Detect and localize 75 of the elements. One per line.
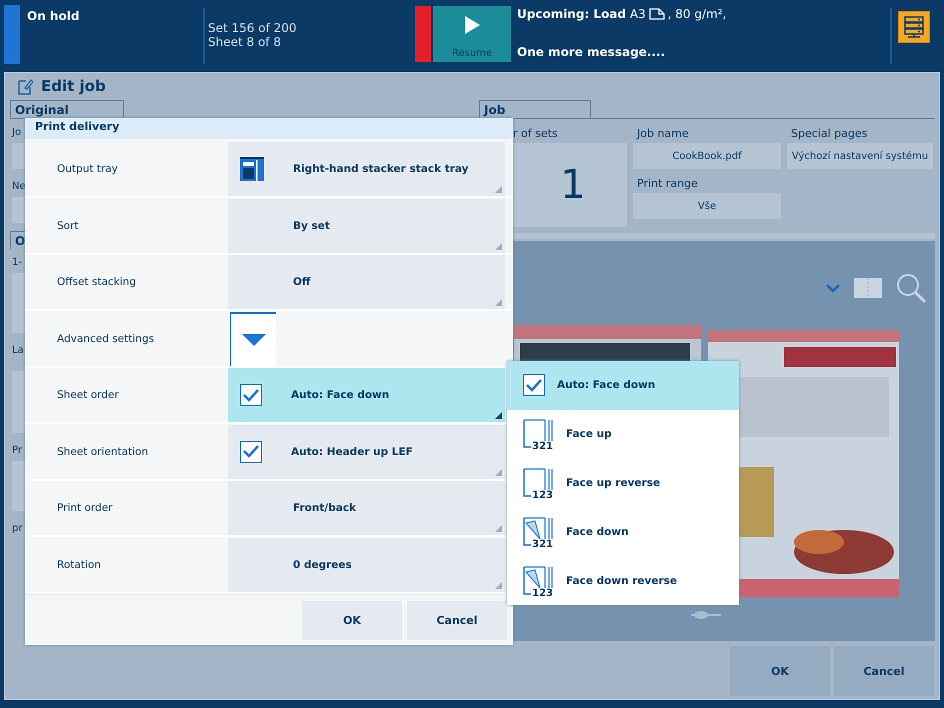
checkbox[interactable] [240,384,262,406]
search-icon [895,272,927,304]
field-label: r of sets [512,127,559,142]
field-label: Print range [636,177,699,192]
status-indicator [4,5,20,64]
field-label: Pr [12,445,22,458]
check-icon [243,388,259,402]
field-label: Ne [12,181,26,194]
upcoming-message: Upcoming: Load A3 [517,7,646,21]
setting-value[interactable]: Auto: Header up LEF [228,424,505,478]
stack-face-down-icon [523,566,553,596]
book-view-icon [853,277,883,299]
sheet-count: Sheet 8 of 8 [208,35,281,49]
paper-icon [648,8,665,20]
option-item[interactable]: 321 Face down [507,507,739,556]
field-label: 1- [12,257,22,270]
expand-button[interactable] [230,312,276,366]
panel-tab[interactable]: Job [479,100,591,118]
check-icon [526,378,542,392]
tray-stack-icon [902,15,926,39]
option-item[interactable]: 123 Face down reverse [507,556,739,605]
dialog-button[interactable]: OK [730,646,830,696]
chevron-down-icon [825,283,841,293]
setting-field[interactable]: Výchozí nastavení systému [787,143,933,169]
setting-label: Offset stacking [56,275,137,290]
order-digits: 321 [532,540,553,550]
setting-field[interactable]: CookBook.pdf [633,143,781,169]
field-label: pr [12,523,22,536]
setting-field[interactable]: Vše [633,193,781,219]
job-state: On hold [26,8,80,25]
stacker-tray-icon [240,157,264,181]
triangle-down-icon [242,334,266,346]
setting-label: Sheet order [56,388,120,403]
setting-label: Sort [56,218,80,234]
checkbox[interactable] [523,374,545,396]
check-icon [243,445,259,458]
stack-face-up-icon [523,419,553,450]
stack-face-up-icon [523,468,553,498]
option-item[interactable]: Auto: Face down [507,361,739,410]
field-label: Job name [636,127,690,142]
panel-tab[interactable]: Original [10,100,124,118]
setting-value[interactable]: Auto: Face down [228,368,505,422]
setting-value[interactable]: Front/back [228,481,505,535]
stack-face-down-icon [523,516,553,547]
setting-label: Rotation [56,558,102,572]
order-digits: 123 [532,588,553,599]
setting-value[interactable]: Right-hand stacker stack tray [228,142,505,196]
setting-label: Sheet orientation [56,444,150,460]
order-digits: 123 [532,490,553,501]
option-item[interactable]: 123 Face up reverse [507,458,739,508]
scroll-handle [691,611,721,619]
setting-label: Output tray [56,162,119,177]
corner-indicator-icon [495,299,502,306]
edit-document-icon [17,76,33,94]
dialog-title: Print delivery [25,118,513,139]
dialog-button[interactable]: OK [302,601,402,640]
option-item[interactable]: 321 Face up [507,410,739,459]
field-label: Jo [12,127,22,140]
dialog-button[interactable]: Cancel [407,601,507,640]
printer-trays-button[interactable] [898,11,930,43]
window-title: Edit job [41,76,106,94]
set-count: Set 156 of 200 [208,21,297,35]
setting-value[interactable]: By set [228,198,505,252]
field-label: La [12,345,24,358]
paper-weight: , 80 g/m², [668,7,726,21]
setting-label: Advanced settings [56,332,156,346]
play-icon [463,15,481,35]
setting-value[interactable]: Off [228,255,505,309]
dialog-button[interactable]: Cancel [834,646,934,696]
order-digits: 321 [532,442,553,452]
field-label: Special pages [790,127,868,142]
setting-value[interactable]: 0 degrees [228,538,505,592]
checkbox[interactable] [240,440,262,462]
status-message: One more message.... [517,45,666,59]
setting-label: Print order [56,501,114,516]
